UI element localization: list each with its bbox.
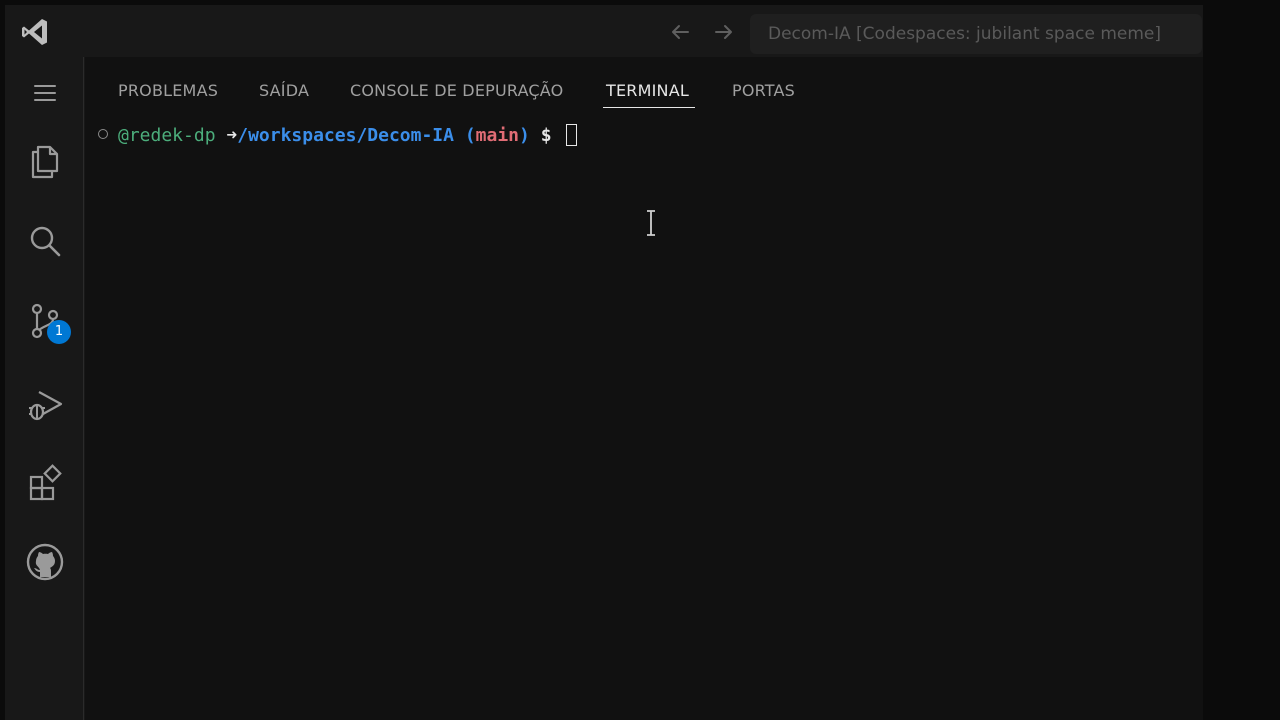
terminal-prompt-line: @redek-dp ➜/workspaces/Decom-IA (main) $	[118, 123, 578, 149]
command-center-title[interactable]: Decom-IA [Codespaces: jubilant space mem…	[750, 14, 1202, 54]
search-icon[interactable]	[23, 219, 67, 263]
tab-console-depuracao[interactable]: CONSOLE DE DEPURAÇÃO	[350, 81, 563, 100]
title-bar: Decom-IA [Codespaces: jubilant space mem…	[5, 5, 1203, 57]
tab-problemas[interactable]: PROBLEMAS	[118, 81, 218, 100]
tab-portas[interactable]: PORTAS	[732, 81, 795, 100]
prompt-branch: main	[475, 125, 520, 146]
text-ibeam-cursor-icon	[647, 210, 655, 236]
prompt-paren-close: )	[519, 125, 530, 146]
panel-tab-bar: PROBLEMAS SAÍDA CONSOLE DE DEPURAÇÃO TER…	[85, 57, 1203, 111]
tab-saida[interactable]: SAÍDA	[259, 81, 309, 100]
source-control-badge: 1	[47, 320, 71, 344]
prompt-paren-open: (	[464, 125, 476, 146]
vscode-logo-icon[interactable]	[18, 15, 52, 49]
prompt-path: /workspaces/Decom-IA	[237, 125, 454, 146]
run-debug-icon[interactable]	[23, 382, 67, 426]
explorer-files-icon[interactable]	[23, 139, 67, 183]
tab-terminal[interactable]: TERMINAL	[606, 81, 689, 100]
menu-icon[interactable]	[23, 71, 67, 115]
active-tab-indicator	[603, 107, 695, 108]
prompt-user: @redek-dp	[118, 125, 216, 146]
terminal-cursor	[566, 124, 578, 146]
github-icon[interactable]	[23, 540, 67, 584]
prompt-arrow: ➜	[226, 125, 238, 146]
vscode-window: Decom-IA [Codespaces: jubilant space mem…	[5, 5, 1203, 720]
terminal-area[interactable]: @redek-dp ➜/workspaces/Decom-IA (main) $	[85, 117, 1203, 720]
activity-bar: 1	[5, 57, 84, 720]
prompt-dollar: $	[540, 125, 552, 146]
arrow-left-icon[interactable]	[667, 19, 693, 45]
desktop-background	[1203, 0, 1280, 720]
bottom-panel: PROBLEMAS SAÍDA CONSOLE DE DEPURAÇÃO TER…	[85, 57, 1203, 720]
extensions-icon[interactable]	[23, 461, 67, 505]
arrow-right-icon[interactable]	[711, 19, 737, 45]
command-decoration-icon[interactable]	[98, 129, 108, 139]
